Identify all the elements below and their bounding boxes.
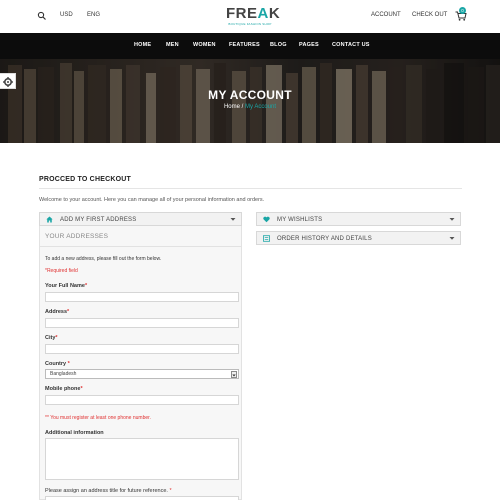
section-title: PROCCED TO CHECKOUT xyxy=(39,176,131,183)
nav-item-men[interactable]: MEN xyxy=(166,42,179,48)
country-label: Country * xyxy=(45,361,70,367)
order-history-panel-title: ORDER HISTORY AND DETAILS xyxy=(277,236,372,242)
mobile-phone-field[interactable] xyxy=(45,395,239,405)
breadcrumb-current: My Account xyxy=(245,104,277,110)
cart-count-badge: 0 xyxy=(459,7,466,14)
form-intro-text: To add a new address, please fill out th… xyxy=(45,256,162,262)
full-name-field[interactable] xyxy=(45,292,239,302)
currency-selector[interactable]: USD xyxy=(60,12,73,18)
breadcrumb: Home / My Account xyxy=(0,104,500,110)
chevron-down-icon xyxy=(449,237,455,240)
settings-tab[interactable] xyxy=(0,73,16,89)
required-field-note: *Required field xyxy=(45,268,78,274)
nav-item-home[interactable]: HOME xyxy=(134,42,151,48)
address-alias-field[interactable] xyxy=(45,496,239,500)
welcome-text: Welcome to your account. Here you can ma… xyxy=(39,197,265,203)
home-icon xyxy=(46,216,53,223)
checkout-link[interactable]: CHECK OUT xyxy=(412,12,447,18)
top-bar: USD ENG FREAK BOUTIQUE FASHION SHOP ACCO… xyxy=(0,0,500,33)
nav-item-pages[interactable]: PAGES xyxy=(299,42,319,48)
wishlists-panel-header[interactable]: MY WISHLISTS xyxy=(256,212,461,226)
address-alias-label: Please assign an address title for futur… xyxy=(45,488,172,494)
gear-icon xyxy=(3,77,13,87)
logo[interactable]: FREAK BOUTIQUE FASHION SHOP xyxy=(226,5,281,27)
city-label: City* xyxy=(45,335,58,341)
order-history-panel-header[interactable]: ORDER HISTORY AND DETAILS xyxy=(256,231,461,245)
chevron-down-icon xyxy=(230,218,236,221)
logo-wordmark: FREAK xyxy=(226,5,281,22)
wishlists-panel-title: MY WISHLISTS xyxy=(277,217,323,223)
full-name-label: Your Full Name* xyxy=(45,283,88,289)
logo-tagline: BOUTIQUE FASHION SHOP xyxy=(228,22,272,26)
nav-item-contact[interactable]: CONTACT US xyxy=(332,42,370,48)
additional-info-textarea[interactable] xyxy=(45,438,239,480)
city-field[interactable] xyxy=(45,344,239,354)
breadcrumb-home[interactable]: Home xyxy=(224,104,240,110)
country-select[interactable]: Bangladesh xyxy=(45,369,239,379)
select-arrow-icon xyxy=(231,371,237,378)
add-address-panel-header[interactable]: ADD MY FIRST ADDRESS xyxy=(39,212,242,226)
search-icon[interactable] xyxy=(37,11,47,21)
mobile-phone-label: Mobile phone* xyxy=(45,386,83,392)
address-field[interactable] xyxy=(45,318,239,328)
main-nav: HOME MEN WOMEN FEATURES BLOG PAGES CONTA… xyxy=(0,33,500,59)
section-divider xyxy=(39,188,462,189)
addresses-subheading: YOUR ADDRESSES xyxy=(45,233,109,240)
nav-item-features[interactable]: FEATURES xyxy=(229,42,260,48)
address-label: Address* xyxy=(45,309,70,315)
list-icon xyxy=(263,235,270,242)
country-selected-value: Bangladesh xyxy=(50,371,77,377)
add-address-panel-title: ADD MY FIRST ADDRESS xyxy=(60,217,137,223)
account-link[interactable]: ACCOUNT xyxy=(371,12,401,18)
page-title: MY ACCOUNT xyxy=(208,88,292,102)
language-selector[interactable]: ENG xyxy=(87,12,100,18)
nav-item-women[interactable]: WOMEN xyxy=(193,42,216,48)
phone-note: ** You must register at least one phone … xyxy=(45,415,151,421)
additional-info-label: Additional information xyxy=(45,430,104,436)
heart-icon xyxy=(263,216,270,223)
nav-item-blog[interactable]: BLOG xyxy=(270,42,287,48)
chevron-down-icon xyxy=(449,218,455,221)
addresses-divider xyxy=(39,246,242,247)
